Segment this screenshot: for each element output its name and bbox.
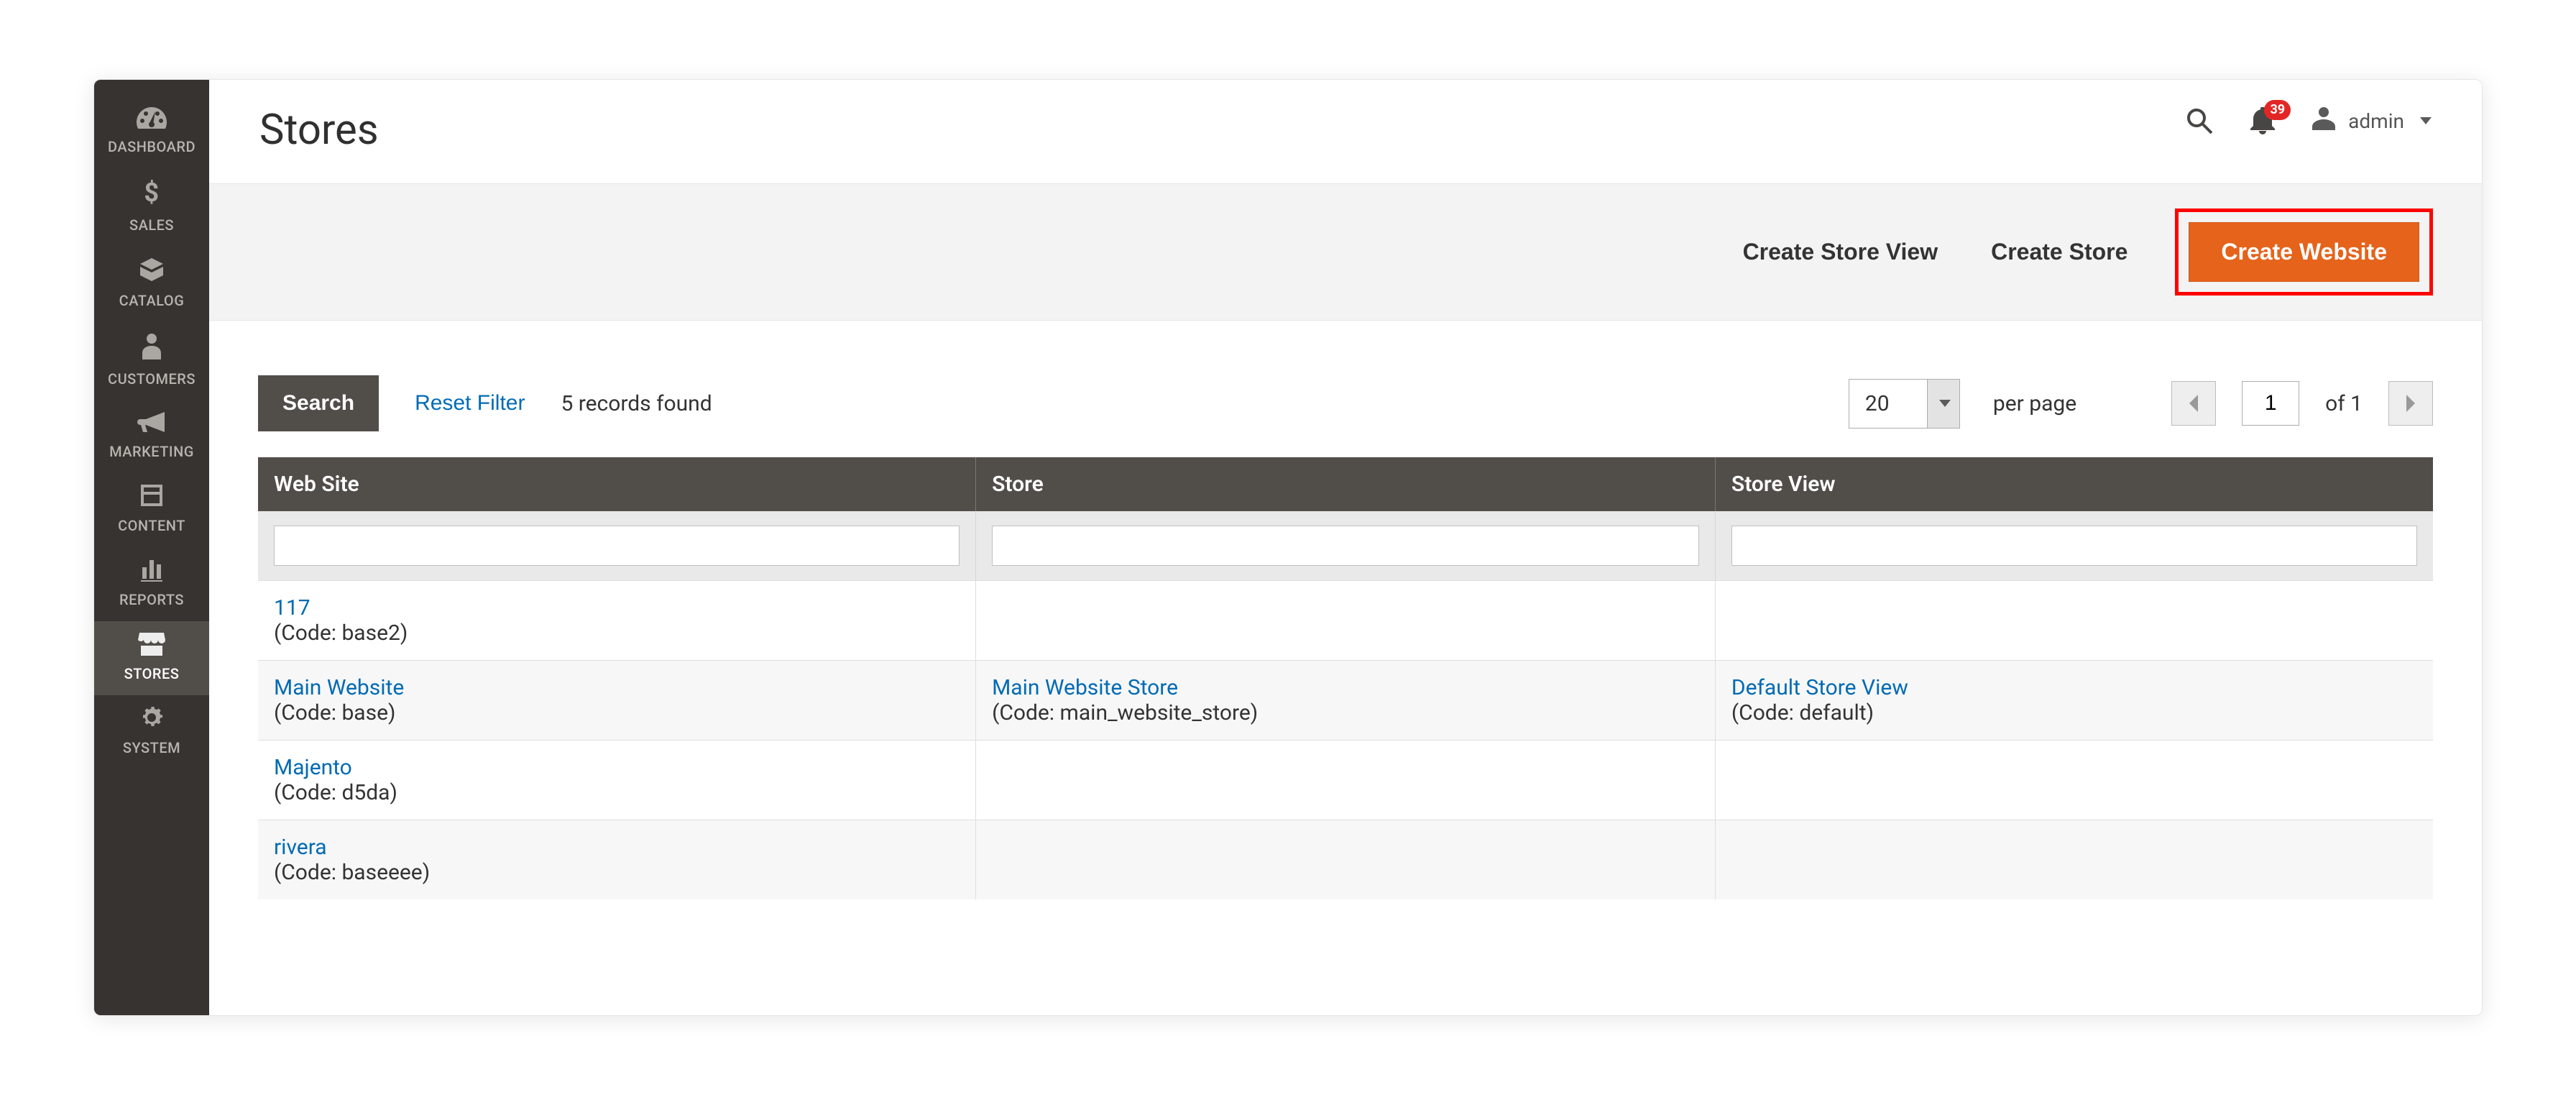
sidebar-item-label: STORES	[124, 665, 180, 682]
user-label: admin	[2348, 109, 2404, 133]
records-found-label: 5 records found	[561, 391, 712, 416]
select-caret-icon	[1927, 379, 1960, 429]
storefront-icon	[138, 631, 165, 659]
page-header: Stores 39 admin	[209, 80, 2482, 183]
action-bar: Create Store View Create Store Create We…	[209, 183, 2482, 321]
sidebar-item-catalog[interactable]: CATALOG	[94, 247, 209, 322]
filter-website-input[interactable]	[274, 526, 960, 566]
website-code: (Code: d5da)	[274, 780, 960, 805]
gauge-icon	[137, 107, 167, 132]
create-website-button[interactable]: Create Website	[2189, 222, 2419, 282]
notification-badge: 39	[2264, 100, 2291, 120]
sidebar-item-system[interactable]: SYSTEM	[94, 695, 209, 769]
sidebar-item-customers[interactable]: CUSTOMERS	[94, 322, 209, 400]
reset-filter-button[interactable]: Reset Filter	[415, 391, 525, 416]
website-code: (Code: baseeee)	[274, 860, 960, 885]
stores-grid: Web Site Store Store View 117 (Cod	[258, 457, 2433, 1015]
storeview-link[interactable]: Default Store View	[1731, 675, 2417, 700]
column-header-storeview[interactable]: Store View	[1715, 457, 2433, 511]
sidebar-item-marketing[interactable]: MARKETING	[94, 400, 209, 473]
per-page-label: per page	[1993, 391, 2076, 416]
grid-toolbar: Search Reset Filter 5 records found 20 p…	[209, 321, 2482, 457]
person-icon	[142, 332, 161, 365]
layout-icon	[139, 483, 164, 511]
sidebar-item-label: CUSTOMERS	[108, 370, 196, 388]
page-title: Stores	[259, 106, 379, 155]
sidebar-item-label: SYSTEM	[123, 739, 180, 756]
admin-sidebar: DASHBOARD $ SALES CATALOG CUSTOMERS MARK…	[94, 80, 209, 1015]
table-row: Majento (Code: d5da)	[258, 741, 2433, 820]
gear-icon	[139, 705, 164, 733]
user-icon	[2312, 106, 2335, 136]
create-store-view-button[interactable]: Create Store View	[1737, 229, 1944, 275]
sidebar-item-label: CATALOG	[119, 292, 185, 309]
next-page-button[interactable]	[2388, 381, 2433, 426]
sidebar-item-label: MARKETING	[109, 443, 194, 460]
sidebar-item-label: REPORTS	[119, 591, 184, 608]
table-row: 117 (Code: base2)	[258, 581, 2433, 661]
box-icon	[139, 257, 165, 286]
grid-filter-row	[258, 511, 2433, 581]
website-link[interactable]: rivera	[274, 835, 960, 860]
column-header-website[interactable]: Web Site	[258, 457, 976, 511]
sidebar-item-label: CONTENT	[118, 517, 185, 534]
prev-page-button[interactable]	[2171, 381, 2216, 426]
bars-icon	[139, 557, 164, 585]
create-website-highlight: Create Website	[2175, 209, 2433, 295]
website-code: (Code: base)	[274, 700, 960, 725]
sidebar-item-content[interactable]: CONTENT	[94, 473, 209, 547]
sidebar-item-reports[interactable]: REPORTS	[94, 547, 209, 621]
store-code: (Code: main_website_store)	[992, 700, 1699, 725]
current-page-input[interactable]	[2242, 381, 2299, 426]
create-store-button[interactable]: Create Store	[1985, 229, 2133, 275]
search-button[interactable]: Search	[258, 375, 379, 431]
page-of-label: of 1	[2325, 391, 2363, 416]
user-menu[interactable]: admin	[2312, 106, 2432, 136]
search-icon[interactable]	[2186, 107, 2213, 134]
sidebar-item-dashboard[interactable]: DASHBOARD	[94, 97, 209, 168]
sidebar-item-label: DASHBOARD	[108, 138, 196, 155]
sidebar-item-label: SALES	[129, 216, 174, 234]
column-header-store[interactable]: Store	[976, 457, 1716, 511]
sidebar-item-sales[interactable]: $ SALES	[94, 168, 209, 247]
filter-storeview-input[interactable]	[1731, 526, 2417, 566]
dollar-icon: $	[142, 178, 161, 211]
svg-text:$: $	[144, 178, 159, 207]
storeview-code: (Code: default)	[1731, 700, 2417, 725]
website-code: (Code: base2)	[274, 620, 960, 646]
table-row: rivera (Code: baseeee)	[258, 820, 2433, 900]
caret-down-icon	[2420, 117, 2432, 124]
filter-store-input[interactable]	[992, 526, 1699, 566]
table-row: Main Website (Code: base) Main Website S…	[258, 661, 2433, 741]
website-link[interactable]: Majento	[274, 755, 960, 780]
page-size-select[interactable]: 20	[1849, 379, 1960, 429]
website-link[interactable]: Main Website	[274, 675, 960, 700]
page-size-value: 20	[1849, 379, 1928, 429]
website-link[interactable]: 117	[274, 595, 960, 620]
sidebar-item-stores[interactable]: STORES	[94, 621, 209, 695]
notifications-icon[interactable]: 39	[2250, 107, 2275, 134]
megaphone-icon	[137, 411, 166, 437]
store-link[interactable]: Main Website Store	[992, 675, 1699, 700]
